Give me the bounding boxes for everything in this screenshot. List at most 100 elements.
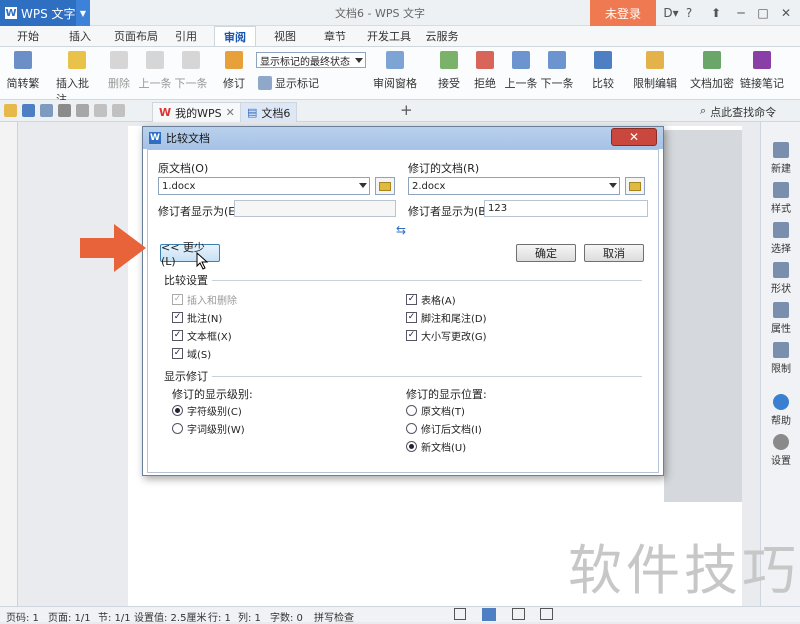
menu-devtools[interactable]: 开发工具 [364, 26, 414, 46]
level-character-radio[interactable]: 字符级别(C) [172, 403, 242, 418]
minimize-button[interactable]: ─ [730, 4, 752, 22]
restore-ribbon-icon[interactable]: ⬆ [705, 4, 727, 22]
revised-doc-select[interactable]: 2.docx [408, 177, 620, 195]
divider [212, 375, 642, 377]
tab-mywps[interactable]: W 我的WPS ✕ [152, 102, 242, 122]
menu-review[interactable]: 审阅 [214, 26, 256, 46]
side-shape-button[interactable]: 形状 [761, 262, 800, 295]
option-insert-delete[interactable]: ✓ 插入和删除 [172, 292, 237, 307]
author-field-right[interactable]: 123 [484, 200, 648, 217]
markup-state-select[interactable]: 显示标记的最终状态 [256, 52, 366, 68]
next-comment-button[interactable]: 下一条 [174, 51, 208, 91]
menu-reference[interactable]: 引用 [170, 26, 202, 46]
cancel-button[interactable]: 取消 [584, 244, 644, 262]
delete-comment-button[interactable]: 删除 [102, 51, 136, 91]
redo-icon[interactable] [112, 104, 125, 117]
export-icon[interactable] [40, 104, 53, 117]
option-comments[interactable]: ✓ 批注(N) [172, 310, 222, 325]
less-button[interactable]: << 更少(L) [160, 241, 220, 268]
revised-browse-button[interactable] [625, 177, 645, 195]
show-revisions-section: 显示修订 [164, 368, 642, 384]
menu-layout[interactable]: 页面布局 [108, 26, 164, 46]
show-markup-button[interactable]: 显示标记 [258, 75, 319, 91]
link-note-button[interactable]: 链接笔记 [740, 51, 784, 91]
chevron-down-icon [609, 183, 617, 188]
close-button[interactable]: ✕ [775, 4, 797, 22]
tab-doc6[interactable]: ▤ 文档6 [240, 102, 298, 122]
search-icon: ⌕ [700, 104, 707, 117]
position-revised-radio[interactable]: 修订后文档(I) [406, 421, 482, 436]
author-label-right: 修订者显示为(B) [408, 205, 491, 218]
side-property-button[interactable]: 属性 [761, 302, 800, 335]
original-doc-select[interactable]: 1.docx [158, 177, 370, 195]
arrow-shape [80, 224, 146, 272]
help-button[interactable]: ? [678, 4, 700, 22]
simplified-traditional-button[interactable]: 简转繁 [4, 51, 42, 91]
chevron-down-icon [355, 58, 363, 63]
doc-icon: ▤ [247, 106, 258, 119]
menu-view[interactable]: 视图 [268, 26, 302, 46]
radio-selected [172, 405, 183, 416]
new-tab-icon[interactable]: + [400, 101, 413, 119]
option-fields[interactable]: ✓ 域(S) [172, 346, 211, 361]
menu-home[interactable]: 开始 [8, 26, 48, 46]
side-help-button[interactable]: 帮助 [761, 394, 800, 427]
position-new-radio[interactable]: 新文档(U) [406, 439, 466, 454]
compare-button[interactable]: 比较 [586, 51, 620, 91]
menu-cloud[interactable]: 云服务 [422, 26, 462, 46]
menu-insert[interactable]: 插入 [60, 26, 100, 46]
revise-button[interactable]: 修订 [218, 51, 250, 91]
preview-icon[interactable] [76, 104, 89, 117]
original-browse-button[interactable] [375, 177, 395, 195]
side-select-button[interactable]: 选择 [761, 222, 800, 255]
next-revision-button[interactable]: 下一条 [540, 51, 574, 91]
option-case-changes[interactable]: ✓ 大小写更改(G) [406, 328, 487, 343]
login-button[interactable]: 未登录 [590, 0, 656, 26]
reject-button[interactable]: 拒绝 [468, 51, 502, 91]
option-footnotes[interactable]: ✓ 脚注和尾注(D) [406, 310, 487, 325]
chevron-down-icon[interactable]: ▼ [76, 0, 90, 26]
fullscreen-icon[interactable] [454, 608, 466, 620]
side-style-button[interactable]: 样式 [761, 182, 800, 215]
prev-icon [512, 51, 530, 69]
prev-revision-button[interactable]: 上一条 [504, 51, 538, 91]
print-icon[interactable] [58, 104, 71, 117]
prev-icon [146, 51, 164, 69]
close-icon[interactable]: ✕ [226, 106, 235, 119]
convert-icon [14, 51, 32, 69]
radio-selected [406, 441, 417, 452]
swap-icon[interactable]: ⇆ [396, 223, 406, 237]
option-textbox[interactable]: ✓ 文本框(X) [172, 328, 232, 343]
position-original-radio[interactable]: 原文档(T) [406, 403, 465, 418]
page-view-icon[interactable] [482, 608, 496, 621]
ok-button[interactable]: 确定 [516, 244, 576, 262]
side-new-button[interactable]: 新建 [761, 142, 800, 175]
restrict-edit-button[interactable]: 限制编辑 [632, 51, 678, 91]
checkbox-checked: ✓ [406, 294, 417, 305]
save-icon[interactable] [22, 104, 35, 117]
web-view-icon[interactable] [540, 608, 553, 620]
open-icon[interactable] [4, 104, 17, 117]
outline-view-icon[interactable] [512, 608, 525, 620]
prev-comment-button[interactable]: 上一条 [138, 51, 172, 91]
app-menu-button[interactable]: W WPS 文字 ▼ [0, 0, 90, 26]
insert-comment-button[interactable]: 插入批注 [56, 51, 98, 107]
menu-section[interactable]: 章节 [318, 26, 352, 46]
accept-button[interactable]: 接受 [432, 51, 466, 91]
side-restrict-button[interactable]: 限制 [761, 342, 800, 375]
side-settings-button[interactable]: 设置 [761, 434, 800, 467]
revise-icon [225, 51, 243, 69]
author-field-left[interactable] [234, 200, 396, 217]
pointer-arrow [80, 224, 146, 272]
lock-icon [773, 342, 789, 358]
maximize-button[interactable]: □ [752, 4, 774, 22]
level-word-radio[interactable]: 字词级别(W) [172, 421, 245, 436]
review-pane-button[interactable]: 审阅窗格 [370, 51, 420, 91]
dialog-close-button[interactable]: ✕ [611, 128, 657, 146]
doc-encrypt-button[interactable]: 文档加密 [690, 51, 734, 91]
command-search[interactable]: ⌕ 点此查找命令 [700, 104, 776, 120]
folder-icon [629, 181, 641, 191]
undo-icon[interactable] [94, 104, 107, 117]
checkbox-checked: ✓ [406, 312, 417, 323]
option-tables[interactable]: ✓ 表格(A) [406, 292, 456, 307]
